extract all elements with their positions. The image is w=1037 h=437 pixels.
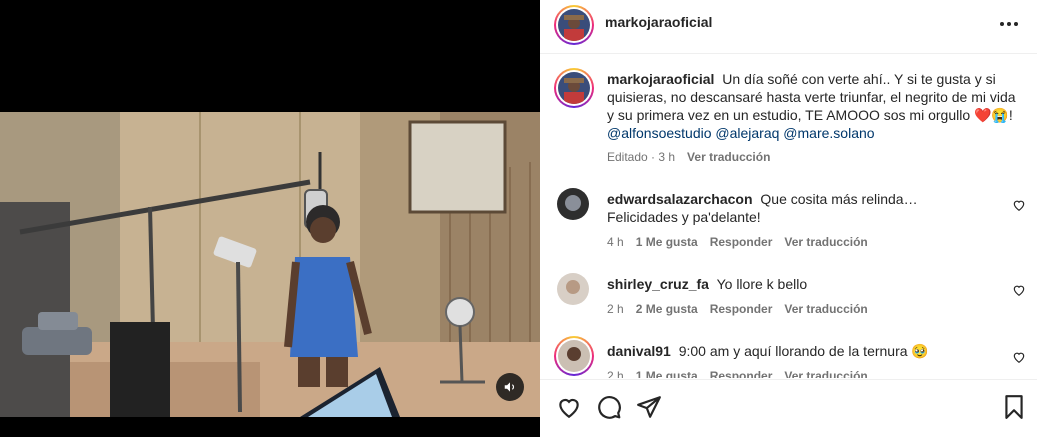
comment-body: Yo llore k bello [716,276,808,292]
action-bar [540,379,1037,437]
speaker-icon [504,382,515,392]
caption-meta: Editado · 3 h Ver traducción [607,150,770,164]
comment-item: edwardsalazarchacon Que cosita más relin… [556,188,1026,258]
dot [1014,22,1018,26]
more-options-icon [1000,22,1004,26]
comment-likes[interactable]: 2 Me gusta [636,302,698,316]
post-media [0,0,540,437]
avatar-image [558,340,590,372]
studio-scene-image [0,112,540,417]
comment-body: 9:00 am y aquí llorando de la ternura 🥹 [678,343,929,359]
edited-time: Editado · 3 h [607,150,676,164]
video-player[interactable] [0,112,540,417]
caption-avatar[interactable] [554,68,594,108]
author-username[interactable]: markojaraoficial [605,14,712,30]
comment-time: 2 h [607,369,624,378]
comment-icon[interactable] [596,394,622,420]
caption-text: markojaraoficial Un día soñé con verte a… [607,70,1017,142]
mute-button[interactable] [496,373,524,401]
comment-username[interactable]: danival91 [607,343,671,359]
comment-item: shirley_cruz_fa Yo llore k bello 2 h 2 M… [556,273,1026,323]
comment-likes[interactable]: 1 Me gusta [636,235,698,249]
comment-meta: 2 h 1 Me gusta Responder Ver traducción [607,369,868,378]
reply-button[interactable]: Responder [710,369,773,378]
share-icon[interactable] [636,394,662,420]
comment-meta: 4 h 1 Me gusta Responder Ver traducción [607,235,868,249]
bookmark-icon[interactable] [1001,394,1027,420]
see-translation-link[interactable]: Ver traducción [687,150,770,164]
caption: markojaraoficial Un día soñé con verte a… [554,68,1026,168]
comment-username[interactable]: shirley_cruz_fa [607,276,709,292]
caption-username[interactable]: markojaraoficial [607,71,714,87]
reply-button[interactable]: Responder [710,235,773,249]
commenter-avatar[interactable] [557,188,589,220]
heart-icon[interactable] [556,394,582,420]
commenter-avatar[interactable] [557,273,589,305]
see-translation-link[interactable]: Ver traducción [784,302,867,316]
dot [1007,22,1011,26]
comment-item: danival91 9:00 am y aquí llorando de la … [554,336,1026,378]
comment-text: shirley_cruz_fa Yo llore k bello [607,275,987,293]
more-options-button[interactable] [997,12,1021,36]
comments-list[interactable]: markojaraoficial Un día soñé con verte a… [540,54,1037,378]
comment-time: 4 h [607,235,624,249]
comment-likes[interactable]: 1 Me gusta [636,369,698,378]
post-header: markojaraoficial [540,0,1037,54]
comment-meta: 2 h 2 Me gusta Responder Ver traducción [607,302,868,316]
avatar-image [557,188,589,220]
comment-username[interactable]: edwardsalazarchacon [607,191,753,207]
heart-icon[interactable] [1012,283,1026,297]
avatar-image [558,9,590,41]
commenter-avatar[interactable] [554,336,594,376]
avatar-image [558,72,590,104]
heart-icon[interactable] [1012,198,1026,212]
avatar-image [557,273,589,305]
see-translation-link[interactable]: Ver traducción [784,369,867,378]
heart-icon[interactable] [1012,350,1026,364]
author-avatar[interactable] [554,5,594,45]
comment-time: 2 h [607,302,624,316]
caption-mentions[interactable]: @alfonsoestudio @alejaraq @mare.solano [607,125,875,141]
reply-button[interactable]: Responder [710,302,773,316]
comment-text: edwardsalazarchacon Que cosita más relin… [607,190,987,226]
post-panel: markojaraoficial markojaraoficial Un día… [540,0,1037,437]
see-translation-link[interactable]: Ver traducción [784,235,867,249]
comment-text: danival91 9:00 am y aquí llorando de la … [607,342,987,360]
